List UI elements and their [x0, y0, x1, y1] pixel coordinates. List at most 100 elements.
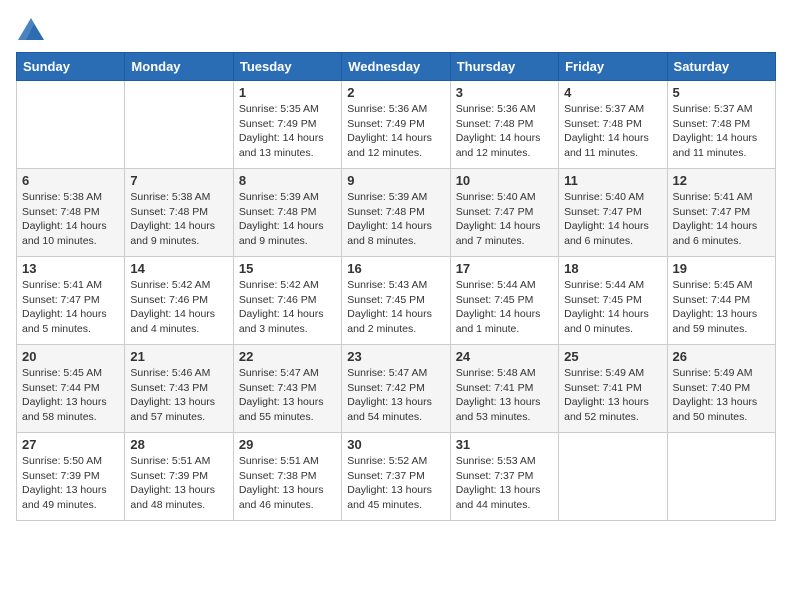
day-number: 19	[673, 261, 770, 276]
day-info: Sunrise: 5:40 AMSunset: 7:47 PMDaylight:…	[456, 190, 553, 249]
day-info: Sunrise: 5:40 AMSunset: 7:47 PMDaylight:…	[564, 190, 661, 249]
day-info: Sunrise: 5:42 AMSunset: 7:46 PMDaylight:…	[239, 278, 336, 337]
day-number: 8	[239, 173, 336, 188]
calendar-cell: 25 Sunrise: 5:49 AMSunset: 7:41 PMDayligh…	[559, 345, 667, 433]
day-info: Sunrise: 5:39 AMSunset: 7:48 PMDaylight:…	[239, 190, 336, 249]
calendar-cell: 5 Sunrise: 5:37 AMSunset: 7:48 PMDaylight…	[667, 81, 775, 169]
day-info: Sunrise: 5:45 AMSunset: 7:44 PMDaylight:…	[22, 366, 119, 425]
calendar-cell: 6Sunrise: 5:38 AMSunset: 7:48 PMDaylight…	[17, 169, 125, 257]
day-number: 7	[130, 173, 227, 188]
header	[16, 16, 776, 44]
calendar-week-row: 1 Sunrise: 5:35 AMSunset: 7:49 PMDaylight…	[17, 81, 776, 169]
day-number: 22	[239, 349, 336, 364]
day-info: Sunrise: 5:41 AMSunset: 7:47 PMDaylight:…	[673, 190, 770, 249]
day-number: 4	[564, 85, 661, 100]
day-number: 14	[130, 261, 227, 276]
day-number: 2	[347, 85, 444, 100]
day-number: 13	[22, 261, 119, 276]
calendar-cell: 21 Sunrise: 5:46 AMSunset: 7:43 PMDayligh…	[125, 345, 233, 433]
calendar-cell	[667, 433, 775, 521]
calendar-cell: 14Sunrise: 5:42 AMSunset: 7:46 PMDayligh…	[125, 257, 233, 345]
day-number: 24	[456, 349, 553, 364]
day-number: 23	[347, 349, 444, 364]
calendar-cell: 28Sunrise: 5:51 AMSunset: 7:39 PMDayligh…	[125, 433, 233, 521]
day-info: Sunrise: 5:36 AMSunset: 7:48 PMDaylight:…	[456, 102, 553, 161]
day-info: Sunrise: 5:49 AMSunset: 7:40 PMDaylight:…	[673, 366, 770, 425]
calendar-cell: 16 Sunrise: 5:43 AMSunset: 7:45 PMDayligh…	[342, 257, 450, 345]
day-info: Sunrise: 5:46 AMSunset: 7:43 PMDaylight:…	[130, 366, 227, 425]
day-number: 11	[564, 173, 661, 188]
calendar-week-row: 13 Sunrise: 5:41 AMSunset: 7:47 PMDayligh…	[17, 257, 776, 345]
day-number: 30	[347, 437, 444, 452]
day-info: Sunrise: 5:45 AMSunset: 7:44 PMDaylight:…	[673, 278, 770, 337]
day-info: Sunrise: 5:49 AMSunset: 7:41 PMDaylight:…	[564, 366, 661, 425]
day-info: Sunrise: 5:41 AMSunset: 7:47 PMDaylight:…	[22, 278, 119, 337]
calendar-cell	[125, 81, 233, 169]
day-number: 21	[130, 349, 227, 364]
day-number: 15	[239, 261, 336, 276]
calendar-cell: 19 Sunrise: 5:45 AMSunset: 7:44 PMDayligh…	[667, 257, 775, 345]
day-number: 17	[456, 261, 553, 276]
day-number: 5	[673, 85, 770, 100]
calendar: SundayMondayTuesdayWednesdayThursdayFrid…	[16, 52, 776, 521]
day-number: 27	[22, 437, 119, 452]
day-info: Sunrise: 5:48 AMSunset: 7:41 PMDaylight:…	[456, 366, 553, 425]
logo-icon	[16, 16, 46, 44]
calendar-cell: 24 Sunrise: 5:48 AMSunset: 7:41 PMDayligh…	[450, 345, 558, 433]
day-info: Sunrise: 5:52 AMSunset: 7:37 PMDaylight:…	[347, 454, 444, 513]
day-info: Sunrise: 5:51 AMSunset: 7:38 PMDaylight:…	[239, 454, 336, 513]
day-number: 29	[239, 437, 336, 452]
calendar-cell: 20 Sunrise: 5:45 AMSunset: 7:44 PMDayligh…	[17, 345, 125, 433]
calendar-body: 1 Sunrise: 5:35 AMSunset: 7:49 PMDaylight…	[17, 81, 776, 521]
day-info: Sunrise: 5:37 AMSunset: 7:48 PMDaylight:…	[564, 102, 661, 161]
calendar-cell: 13 Sunrise: 5:41 AMSunset: 7:47 PMDayligh…	[17, 257, 125, 345]
day-info: Sunrise: 5:36 AMSunset: 7:49 PMDaylight:…	[347, 102, 444, 161]
day-info: Sunrise: 5:51 AMSunset: 7:39 PMDaylight:…	[130, 454, 227, 513]
day-number: 18	[564, 261, 661, 276]
day-number: 3	[456, 85, 553, 100]
calendar-cell: 17 Sunrise: 5:44 AMSunset: 7:45 PMDayligh…	[450, 257, 558, 345]
logo	[16, 16, 50, 44]
calendar-cell: 15 Sunrise: 5:42 AMSunset: 7:46 PMDayligh…	[233, 257, 341, 345]
calendar-cell: 8 Sunrise: 5:39 AMSunset: 7:48 PMDaylight…	[233, 169, 341, 257]
day-number: 31	[456, 437, 553, 452]
day-info: Sunrise: 5:38 AMSunset: 7:48 PMDaylight:…	[22, 190, 119, 249]
calendar-cell: 1 Sunrise: 5:35 AMSunset: 7:49 PMDaylight…	[233, 81, 341, 169]
calendar-week-row: 27 Sunrise: 5:50 AMSunset: 7:39 PMDayligh…	[17, 433, 776, 521]
day-header-thursday: Thursday	[450, 53, 558, 81]
day-info: Sunrise: 5:44 AMSunset: 7:45 PMDaylight:…	[456, 278, 553, 337]
day-number: 9	[347, 173, 444, 188]
calendar-header-row: SundayMondayTuesdayWednesdayThursdayFrid…	[17, 53, 776, 81]
day-info: Sunrise: 5:47 AMSunset: 7:42 PMDaylight:…	[347, 366, 444, 425]
calendar-week-row: 6Sunrise: 5:38 AMSunset: 7:48 PMDaylight…	[17, 169, 776, 257]
day-info: Sunrise: 5:35 AMSunset: 7:49 PMDaylight:…	[239, 102, 336, 161]
day-number: 16	[347, 261, 444, 276]
day-header-tuesday: Tuesday	[233, 53, 341, 81]
day-header-friday: Friday	[559, 53, 667, 81]
calendar-cell: 9Sunrise: 5:39 AMSunset: 7:48 PMDaylight…	[342, 169, 450, 257]
calendar-cell: 3 Sunrise: 5:36 AMSunset: 7:48 PMDaylight…	[450, 81, 558, 169]
calendar-cell: 27 Sunrise: 5:50 AMSunset: 7:39 PMDayligh…	[17, 433, 125, 521]
day-number: 20	[22, 349, 119, 364]
day-number: 1	[239, 85, 336, 100]
calendar-cell: 18 Sunrise: 5:44 AMSunset: 7:45 PMDayligh…	[559, 257, 667, 345]
calendar-cell	[559, 433, 667, 521]
day-header-saturday: Saturday	[667, 53, 775, 81]
calendar-cell: 12 Sunrise: 5:41 AMSunset: 7:47 PMDayligh…	[667, 169, 775, 257]
day-info: Sunrise: 5:53 AMSunset: 7:37 PMDaylight:…	[456, 454, 553, 513]
calendar-cell: 4 Sunrise: 5:37 AMSunset: 7:48 PMDaylight…	[559, 81, 667, 169]
calendar-cell: 7Sunrise: 5:38 AMSunset: 7:48 PMDaylight…	[125, 169, 233, 257]
day-number: 12	[673, 173, 770, 188]
day-number: 10	[456, 173, 553, 188]
day-info: Sunrise: 5:37 AMSunset: 7:48 PMDaylight:…	[673, 102, 770, 161]
calendar-cell: 23 Sunrise: 5:47 AMSunset: 7:42 PMDayligh…	[342, 345, 450, 433]
calendar-cell	[17, 81, 125, 169]
day-info: Sunrise: 5:50 AMSunset: 7:39 PMDaylight:…	[22, 454, 119, 513]
day-info: Sunrise: 5:43 AMSunset: 7:45 PMDaylight:…	[347, 278, 444, 337]
calendar-week-row: 20 Sunrise: 5:45 AMSunset: 7:44 PMDayligh…	[17, 345, 776, 433]
day-info: Sunrise: 5:44 AMSunset: 7:45 PMDaylight:…	[564, 278, 661, 337]
calendar-cell: 10 Sunrise: 5:40 AMSunset: 7:47 PMDayligh…	[450, 169, 558, 257]
calendar-cell: 31 Sunrise: 5:53 AMSunset: 7:37 PMDayligh…	[450, 433, 558, 521]
day-number: 25	[564, 349, 661, 364]
day-header-monday: Monday	[125, 53, 233, 81]
